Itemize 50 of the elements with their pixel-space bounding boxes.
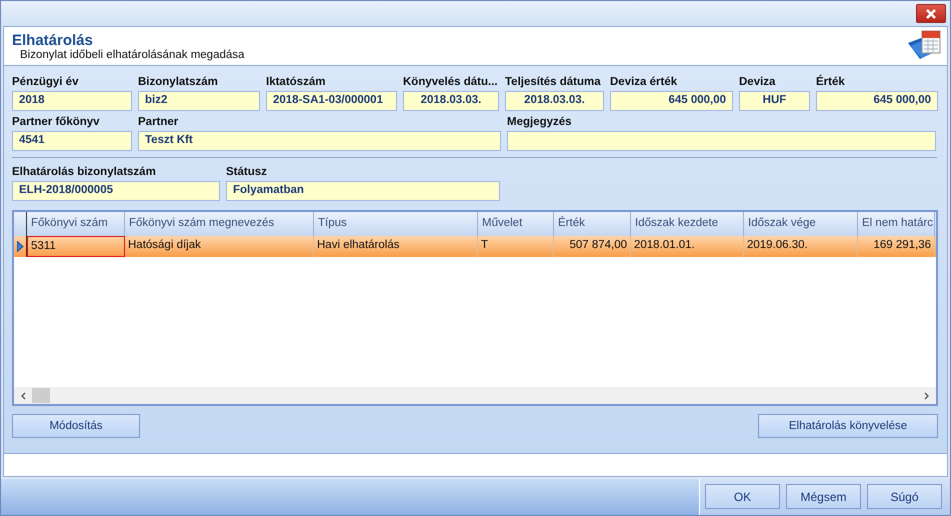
- field-label: Elhatárolás bizonylatszám: [12, 166, 157, 180]
- input-field[interactable]: 645 000,00: [610, 91, 733, 111]
- dialog-title: Elhatárolás: [12, 32, 94, 48]
- field-label: Megjegyzés: [507, 116, 573, 130]
- input-field[interactable]: Folyamatban: [226, 181, 500, 201]
- input-field[interactable]: 2018: [12, 91, 132, 111]
- table-cell: 2019.06.30.: [744, 236, 858, 257]
- table-cell: T: [478, 236, 554, 257]
- modify-button[interactable]: Módosítás: [12, 414, 140, 438]
- dialog-button[interactable]: OK: [705, 484, 780, 509]
- post-deferral-button[interactable]: Elhatárolás könyvelése: [758, 414, 938, 438]
- input-field[interactable]: 645 000,00: [816, 91, 938, 111]
- table-cell: 2018.01.01.: [631, 236, 744, 257]
- close-button[interactable]: [916, 4, 946, 23]
- dialog-button[interactable]: Mégsem: [786, 484, 861, 509]
- field-label: Pénzügyi év: [12, 76, 80, 90]
- input-field[interactable]: biz2: [138, 91, 260, 111]
- horizontal-scrollbar[interactable]: [14, 387, 936, 404]
- table-row[interactable]: 5311 Hatósági díjak Havi elhatárolás T 507 874,00 2018.01.01. 2019.06.30. 169 291,36: [14, 236, 936, 257]
- field-label: Partner: [138, 116, 180, 130]
- field-label: Partner főkönyv: [12, 116, 101, 130]
- input-field[interactable]: ELH-2018/000005: [12, 181, 220, 201]
- field-label: Iktatószám: [266, 76, 326, 90]
- table-cell: Hatósági díjak: [125, 236, 314, 257]
- column-header[interactable]: Főkönyvi szám: [27, 212, 125, 236]
- field-label: Könyvelés dátu...: [403, 76, 499, 90]
- row-pointer-icon: [16, 241, 24, 252]
- field-label: Deviza: [739, 76, 776, 90]
- dialog-subtitle: Bizonylat időbeli elhatárolásának megadása: [19, 48, 244, 60]
- input-field[interactable]: 2018.03.03.: [403, 91, 499, 111]
- field-label: Deviza érték: [610, 76, 678, 90]
- table-cell: 5311: [27, 236, 125, 257]
- input-field[interactable]: 4541: [12, 131, 132, 151]
- field-label: Státusz: [226, 166, 268, 180]
- close-icon: [925, 8, 937, 20]
- field-label: Bizonylatszám: [138, 76, 219, 90]
- table-cell: 507 874,00: [554, 236, 631, 257]
- field-label: Érték: [816, 76, 846, 90]
- scroll-left-icon[interactable]: [20, 392, 28, 400]
- input-field[interactable]: 2018.03.03.: [505, 91, 604, 111]
- scroll-thumb[interactable]: [32, 388, 50, 403]
- scroll-right-icon[interactable]: [922, 392, 930, 400]
- table-cell: 169 291,36: [858, 236, 935, 257]
- dialog-button[interactable]: Súgó: [867, 484, 942, 509]
- input-field[interactable]: HUF: [739, 91, 810, 111]
- input-field[interactable]: 2018-SA1-03/000001: [266, 91, 397, 111]
- input-field[interactable]: [507, 131, 936, 151]
- input-field[interactable]: Teszt Kft: [138, 131, 501, 151]
- table-cell: Havi elhatárolás: [314, 236, 478, 257]
- field-label: Teljesítés dátuma: [505, 76, 602, 90]
